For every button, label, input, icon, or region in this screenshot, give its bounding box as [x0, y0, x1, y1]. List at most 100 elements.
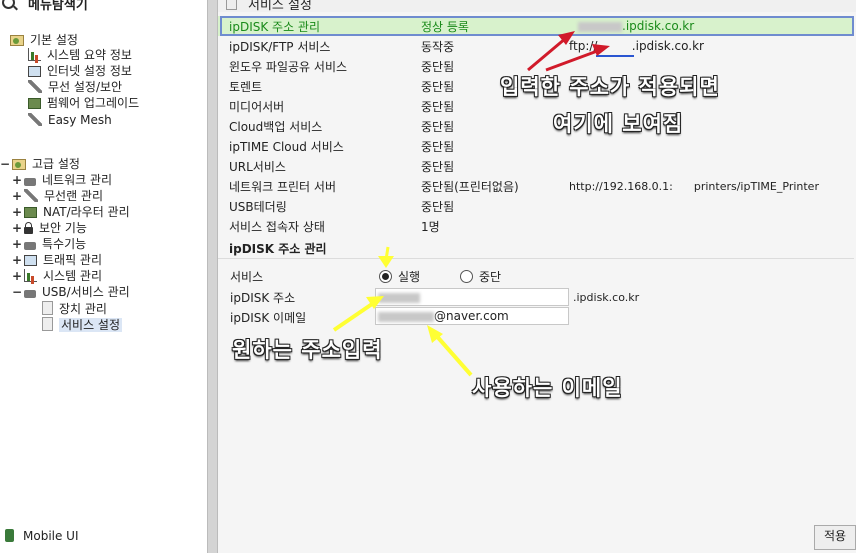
service-status: 중단됨 [421, 139, 455, 154]
wrench-icon [24, 189, 38, 202]
menu-explorer-panel: 메뉴탐색기 기본 설정 시스템 요약 정보 인터넷 설정 정보 무선 설정/보안… [0, 0, 207, 553]
folder-icon [12, 159, 26, 170]
tree-item-traffic[interactable]: + 트래픽 관리 [12, 253, 102, 268]
tree-item-system[interactable]: + 시스템 관리 [12, 269, 102, 284]
service-status: 중단됨 [421, 159, 455, 174]
radio-run-label[interactable]: 실행 [398, 268, 420, 285]
router-icon [24, 207, 37, 218]
usb-icon [24, 290, 36, 298]
service-name: ipTIME Cloud 서비스 [229, 139, 344, 154]
tree-item-service-settings[interactable]: 서비스 설정 [42, 317, 123, 333]
service-name: URL서비스 [229, 159, 286, 174]
expand-icon[interactable]: + [12, 253, 22, 268]
address-suffix: .ipdisk.co.kr [573, 291, 640, 304]
annotation-email: 사용하는 이메일 [472, 376, 623, 400]
expand-icon[interactable]: + [12, 205, 22, 220]
monitor-icon [28, 66, 41, 77]
tree-item-easy-mesh[interactable]: Easy Mesh [28, 113, 112, 128]
table-row[interactable]: ipTIME Cloud 서비스 중단됨 [218, 136, 854, 156]
tree-item-special[interactable]: + 특수기능 [12, 237, 86, 252]
annotation-address-input: 원하는 주소입력 [232, 338, 383, 362]
lock-icon [24, 222, 33, 234]
service-extra [558, 216, 854, 236]
tree-item-wlan[interactable]: + 무선랜 관리 [12, 189, 103, 204]
section-divider [218, 258, 854, 259]
blurred-text [378, 311, 434, 322]
service-name: 네트워크 프린터 서버 [229, 179, 336, 194]
panel-splitter[interactable] [207, 0, 218, 553]
page-icon [226, 0, 237, 10]
gear-icon [24, 242, 36, 250]
table-row[interactable]: 서비스 접속자 상태 1명 [218, 216, 854, 236]
address-label: ipDISK 주소 [230, 291, 296, 305]
table-row[interactable]: URL서비스 중단됨 [218, 156, 854, 176]
service-status: 중단됨(프린터없음) [421, 179, 519, 194]
service-status: 중단됨 [421, 199, 455, 214]
annotation-address-applied-line1: 입력한 주소가 적용되면 [500, 75, 720, 99]
page-icon [42, 317, 53, 331]
tree-item-system-summary[interactable]: 시스템 요약 정보 [28, 48, 132, 63]
service-name: 토렌트 [229, 79, 263, 94]
menu-explorer-title: 메뉴탐색기 [28, 0, 88, 13]
tree-item-internet-info[interactable]: 인터넷 설정 정보 [28, 64, 132, 79]
radio-run[interactable] [379, 270, 392, 283]
expand-icon[interactable]: + [12, 221, 22, 236]
service-name: Cloud백업 서비스 [229, 119, 323, 134]
chart-icon [24, 269, 37, 282]
annotation-address-applied-line2: 여기에 보여짐 [553, 112, 684, 136]
network-icon [24, 178, 36, 186]
tree-item-usb-service[interactable]: − USB/서비스 관리 [12, 285, 130, 300]
service-extra [558, 136, 854, 156]
tree-basic-settings[interactable]: 기본 설정 [10, 33, 78, 48]
wrench-icon [28, 113, 42, 126]
tree-item-device-management[interactable]: 장치 관리 [42, 301, 107, 317]
ipdisk-email-input[interactable]: @naver.com [375, 307, 569, 325]
collapse-icon[interactable]: − [12, 285, 22, 300]
expand-icon[interactable]: + [12, 173, 22, 188]
chart-icon [28, 48, 41, 61]
page-title: 서비스 설정 [248, 0, 312, 13]
service-status-table: ipDISK 주소 관리 정상 등록 .ipdisk.co.kr ipDISK/… [218, 16, 854, 236]
collapse-icon[interactable]: − [0, 157, 10, 172]
mobile-phone-icon [5, 529, 14, 542]
radio-stop[interactable] [460, 270, 473, 283]
table-row[interactable]: USB테더링 중단됨 [218, 196, 854, 216]
table-row[interactable]: 네트워크 프린터 서버 중단됨(프린터없음) http://192.168.0.… [218, 176, 854, 196]
service-status: 1명 [421, 219, 440, 234]
wrench-icon [28, 80, 42, 93]
ipdisk-address-input[interactable] [375, 288, 569, 306]
service-label: 서비스 [230, 270, 264, 284]
highlight-box [220, 16, 854, 36]
mobile-ui-link[interactable]: Mobile UI [0, 526, 207, 550]
expand-icon[interactable]: + [12, 237, 22, 252]
service-status: 중단됨 [421, 119, 455, 134]
tree-item-wireless-security[interactable]: 무선 설정/보안 [28, 80, 122, 95]
tree-item-network[interactable]: + 네트워크 관리 [12, 173, 112, 188]
tree-item-nat-router[interactable]: + NAT/라우터 관리 [12, 205, 130, 220]
service-name: 미디어서버 [229, 99, 285, 114]
chip-icon [28, 98, 41, 109]
tree-advanced-settings[interactable]: − 고급 설정 [0, 157, 80, 172]
tree-item-security[interactable]: + 보안 기능 [12, 221, 87, 236]
service-extra: http://192.168.0.1: printers/ipTIME_Prin… [569, 179, 819, 193]
expand-icon[interactable]: + [12, 189, 22, 204]
tree-item-firmware-upgrade[interactable]: 펌웨어 업그레이드 [28, 96, 139, 111]
search-icon [2, 0, 15, 9]
table-row[interactable]: ipDISK/FTP 서비스 동작중 ftp:// .ipdisk.co.kr [218, 36, 854, 56]
folder-icon [10, 35, 24, 46]
radio-stop-label[interactable]: 중단 [479, 268, 501, 285]
email-label: ipDISK 이메일 [230, 311, 307, 325]
expand-icon[interactable]: + [12, 269, 22, 284]
table-row[interactable]: Cloud백업 서비스 중단됨 [218, 116, 854, 136]
service-extra [558, 196, 854, 216]
service-extra: ftp:// .ipdisk.co.kr [569, 39, 704, 53]
service-name: 윈도우 파일공유 서비스 [229, 59, 348, 74]
menu-explorer-header: 메뉴탐색기 [0, 0, 207, 14]
apply-button[interactable]: 적용 [814, 525, 856, 550]
panel-title-bar: 서비스 설정 [218, 0, 856, 13]
service-status: 동작중 [421, 39, 455, 54]
page-icon [42, 301, 53, 315]
service-name: 서비스 접속자 상태 [229, 219, 325, 234]
blurred-text [378, 292, 420, 303]
service-name: USB테더링 [229, 199, 287, 214]
